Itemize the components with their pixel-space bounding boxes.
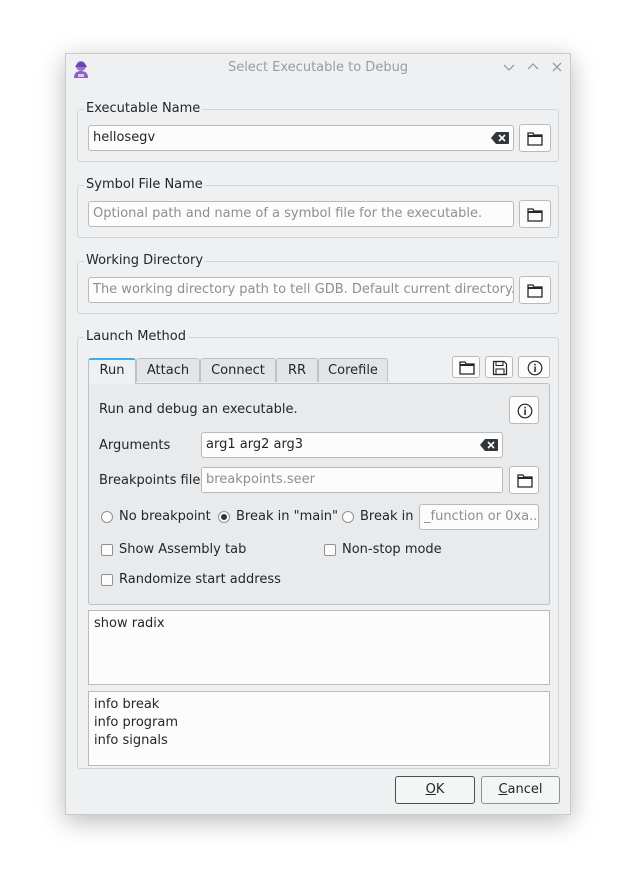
no-breakpoint-label: No breakpoint <box>119 509 211 524</box>
arguments-input[interactable]: arg1 arg2 arg3 <box>201 432 503 458</box>
symbol-file-group: Symbol File Name Optional path and name … <box>77 177 559 238</box>
save-icon <box>492 360 508 376</box>
command-line: info break <box>94 697 160 712</box>
breakpoints-file-placeholder: breakpoints.seer <box>206 472 315 487</box>
folder-icon <box>459 361 475 375</box>
ok-mnemonic: O <box>425 782 436 797</box>
non-stop-label: Non-stop mode <box>342 542 442 557</box>
tab-connect[interactable]: Connect <box>200 358 276 382</box>
break-in-radio[interactable] <box>342 511 354 523</box>
break-in-label: Break in <box>360 509 414 524</box>
browse-working-directory-button[interactable] <box>519 276 551 304</box>
launch-help-button[interactable] <box>518 356 550 378</box>
tab-corefile[interactable]: Corefile <box>318 358 388 382</box>
folder-icon <box>527 284 543 298</box>
command-line: info signals <box>94 733 168 748</box>
info-icon <box>527 360 543 376</box>
working-directory-group-title: Working Directory <box>84 253 206 268</box>
arguments-label: Arguments <box>99 438 171 453</box>
working-directory-group: Working Directory The working directory … <box>77 253 559 314</box>
arguments-value: arg1 arg2 arg3 <box>206 437 304 452</box>
executable-group-title: Executable Name <box>84 101 203 116</box>
break-in-placeholder: _function or 0xa... <box>424 509 539 524</box>
ok-button[interactable]: OK <box>395 776 475 804</box>
breakpoints-file-label: Breakpoints file <box>99 473 201 488</box>
break-in-function-input[interactable]: _function or 0xa... <box>419 504 539 530</box>
ok-label-rest: K <box>435 782 445 797</box>
working-directory-input[interactable]: The working directory path to tell GDB. … <box>88 277 514 303</box>
run-tab-panel: Run and debug an executable. Arguments a… <box>88 383 550 605</box>
title-bar: Select Executable to Debug <box>66 54 570 84</box>
break-in-main-label: Break in "main" <box>236 509 339 524</box>
close-button[interactable] <box>550 60 564 74</box>
breakpoints-file-input[interactable]: breakpoints.seer <box>201 467 503 493</box>
non-stop-checkbox[interactable] <box>324 544 336 556</box>
cancel-button[interactable]: Cancel <box>481 776 560 804</box>
working-directory-placeholder: The working directory path to tell GDB. … <box>93 282 514 297</box>
symbol-file-group-title: Symbol File Name <box>84 177 205 192</box>
no-breakpoint-radio[interactable] <box>101 511 113 523</box>
browse-breakpoints-button[interactable] <box>509 466 539 494</box>
browse-executable-button[interactable] <box>519 124 551 152</box>
minimize-button[interactable] <box>502 60 516 74</box>
symbol-file-input[interactable]: Optional path and name of a symbol file … <box>88 201 514 227</box>
launch-tab-bar: Run Attach Connect RR Corefile <box>88 356 550 384</box>
executable-group: Executable Name hellosegv <box>77 101 559 162</box>
command-line: show radix <box>94 616 165 631</box>
show-assembly-checkbox[interactable] <box>101 544 113 556</box>
debug-dialog: Select Executable to Debug Executable Na… <box>65 53 571 815</box>
tab-attach[interactable]: Attach <box>136 358 200 382</box>
maximize-button[interactable] <box>526 60 540 74</box>
load-project-button[interactable] <box>452 356 480 378</box>
post-commands-textbox[interactable]: info break info program info signals <box>88 691 550 766</box>
clear-icon[interactable] <box>491 132 509 144</box>
cancel-label-rest: ancel <box>507 782 543 797</box>
chevron-down-icon <box>503 64 515 71</box>
break-in-main-radio[interactable] <box>218 511 230 523</box>
close-icon <box>552 62 562 72</box>
browse-symbol-file-button[interactable] <box>519 200 551 228</box>
randomize-label: Randomize start address <box>119 572 281 587</box>
run-help-button[interactable] <box>509 396 539 424</box>
pre-commands-textbox[interactable]: show radix <box>88 610 550 685</box>
cancel-mnemonic: C <box>498 782 508 797</box>
run-description: Run and debug an executable. <box>99 402 298 417</box>
symbol-file-placeholder: Optional path and name of a symbol file … <box>93 206 483 221</box>
tab-run[interactable]: Run <box>88 358 136 384</box>
folder-icon <box>527 208 543 222</box>
clear-icon[interactable] <box>480 439 498 451</box>
info-icon <box>517 403 533 419</box>
save-project-button[interactable] <box>485 356 513 378</box>
folder-icon <box>517 474 533 488</box>
window-title: Select Executable to Debug <box>227 60 409 75</box>
command-line: info program <box>94 715 179 730</box>
chevron-up-icon <box>527 63 539 70</box>
executable-input[interactable]: hellosegv <box>88 125 514 151</box>
randomize-checkbox[interactable] <box>101 574 113 586</box>
folder-icon <box>527 132 543 146</box>
show-assembly-label: Show Assembly tab <box>119 542 247 557</box>
launch-method-group: Launch Method Run Attach Connect RR Core… <box>77 329 559 769</box>
executable-value: hellosegv <box>93 130 156 145</box>
launch-method-group-title: Launch Method <box>84 329 188 344</box>
tab-rr[interactable]: RR <box>276 358 318 382</box>
